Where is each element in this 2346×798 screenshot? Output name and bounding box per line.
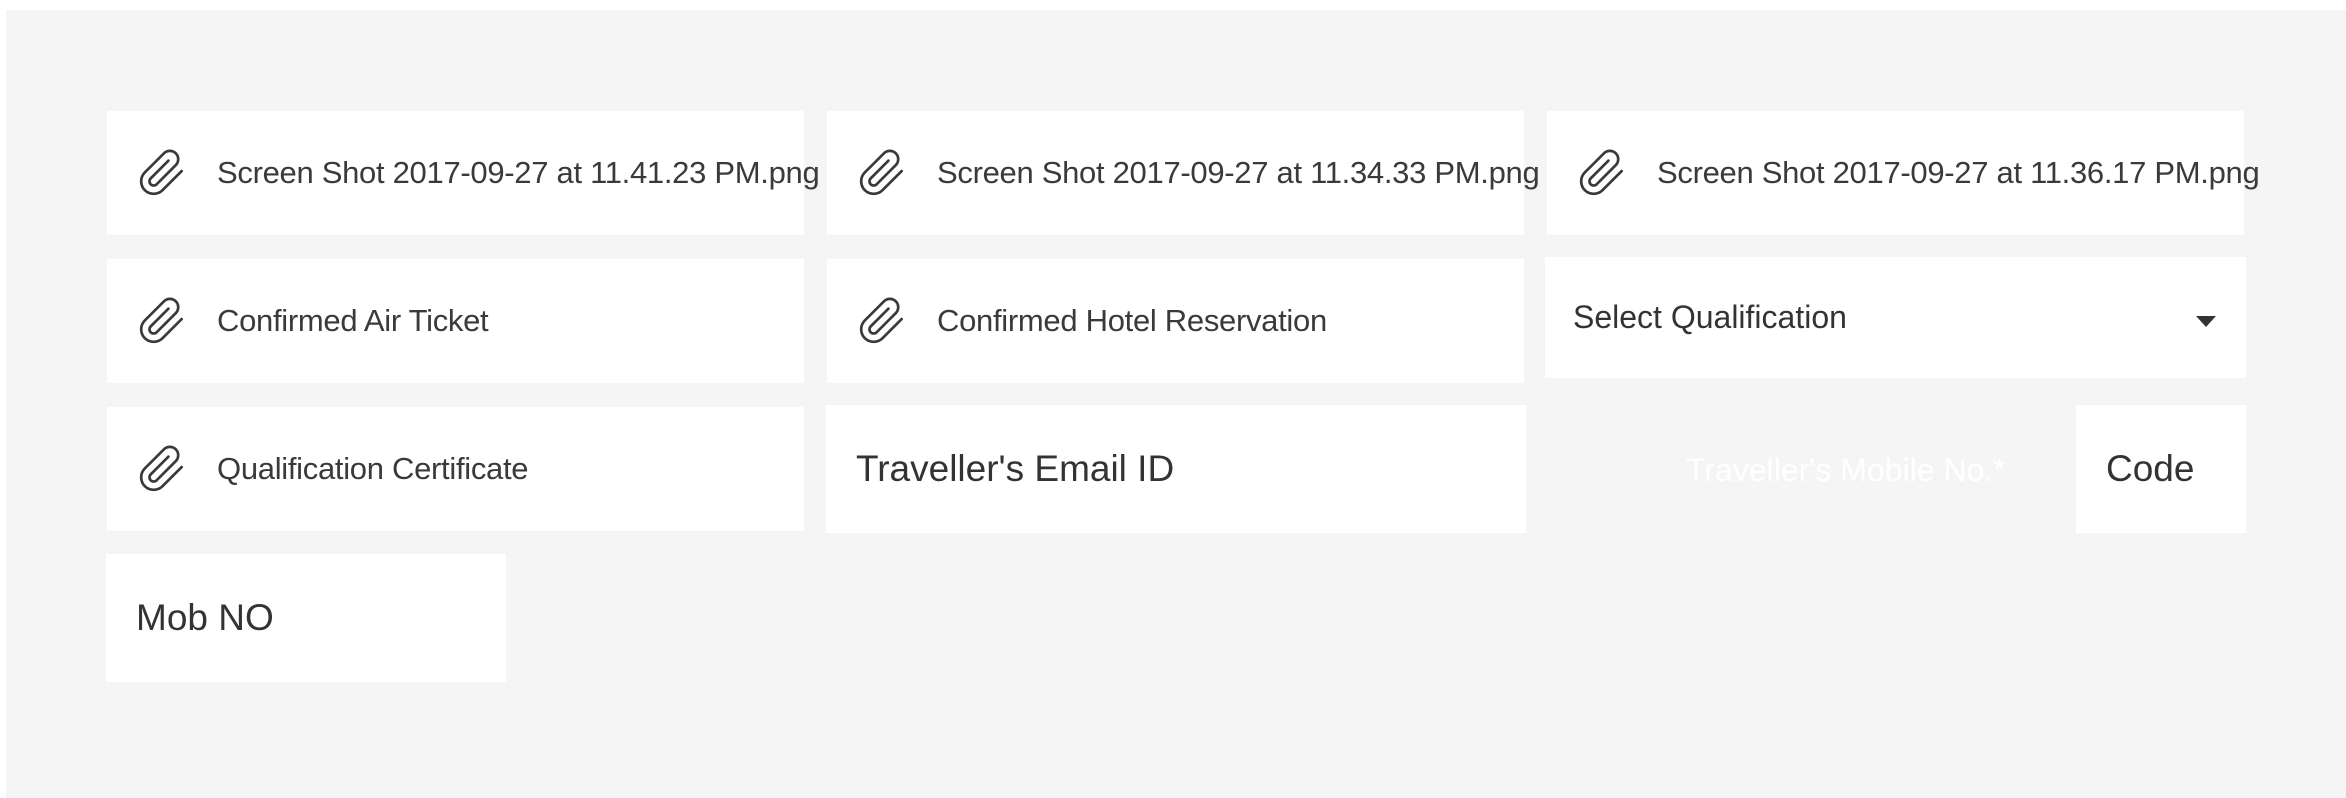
attachment-air-ticket[interactable]: Confirmed Air Ticket <box>107 259 804 383</box>
attachment-label: Screen Shot 2017-09-27 at 11.36.17 PM.pn… <box>1657 155 2260 190</box>
email-input[interactable]: Traveller's Email ID <box>826 405 1526 533</box>
mobile-number-input[interactable]: Mob NO <box>106 554 506 682</box>
country-code-input[interactable]: Code <box>2076 405 2246 533</box>
paperclip-icon <box>137 148 187 198</box>
mobile-number-placeholder: Mob NO <box>136 597 274 638</box>
qualification-select-value: Select Qualification <box>1573 299 1847 335</box>
caret-down-icon <box>2196 316 2216 327</box>
attachment-qualification-certificate[interactable]: Qualification Certificate <box>107 407 804 531</box>
paperclip-icon <box>1577 148 1627 198</box>
attachment-label: Screen Shot 2017-09-27 at 11.34.33 PM.pn… <box>937 155 1540 190</box>
country-code-placeholder: Code <box>2106 448 2195 489</box>
attachment-label: Qualification Certificate <box>217 451 529 486</box>
qualification-select[interactable]: Select Qualification <box>1545 257 2246 378</box>
attachment-screenshot-3[interactable]: Screen Shot 2017-09-27 at 11.36.17 PM.pn… <box>1547 111 2260 235</box>
attachment-label: Screen Shot 2017-09-27 at 11.41.23 PM.pn… <box>217 155 820 190</box>
attachment-screenshot-1[interactable]: Screen Shot 2017-09-27 at 11.41.23 PM.pn… <box>107 111 820 235</box>
paperclip-icon <box>857 148 907 198</box>
attachment-screenshot-2[interactable]: Screen Shot 2017-09-27 at 11.34.33 PM.pn… <box>827 111 1540 235</box>
paperclip-icon <box>137 444 187 494</box>
paperclip-icon <box>857 296 907 346</box>
attachment-label: Confirmed Hotel Reservation <box>937 303 1327 338</box>
mobile-number-label: Traveller's Mobile No.* <box>1686 452 2006 488</box>
email-input-placeholder: Traveller's Email ID <box>856 448 1175 489</box>
attachment-hotel-reservation[interactable]: Confirmed Hotel Reservation <box>827 259 1524 383</box>
paperclip-icon <box>137 296 187 346</box>
attachment-label: Confirmed Air Ticket <box>217 303 489 338</box>
